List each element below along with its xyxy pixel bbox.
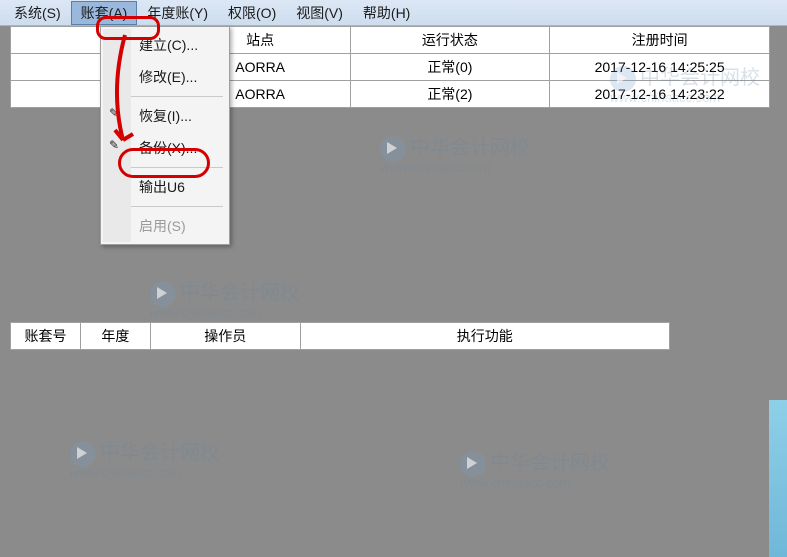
pencil-icon: ✎ (109, 138, 119, 152)
cell-regtime: 2017-12-16 14:25:25 (550, 54, 770, 81)
watermark-logo-icon (380, 136, 406, 162)
menu-account[interactable]: 账套(A) (71, 1, 138, 25)
menubar: 系统(S) 账套(A) 年度账(Y) 权限(O) 视图(V) 帮助(H) (0, 0, 787, 26)
menu-separator (131, 96, 223, 97)
task-col-func: 执行功能 (300, 323, 669, 350)
watermark-logo-icon (150, 281, 176, 307)
menu-separator (131, 167, 223, 168)
watermark: 中华会计网校 www.chinaacc.com (70, 436, 220, 480)
col-header-status: 运行状态 (350, 27, 550, 54)
menu-help[interactable]: 帮助(H) (353, 1, 420, 25)
watermark-logo-icon (460, 451, 486, 477)
task-col-year: 年度 (80, 323, 150, 350)
col-header-regtime: 注册时间 (550, 27, 770, 54)
cell-regtime: 2017-12-16 14:23:22 (550, 81, 770, 108)
menu-item-modify[interactable]: 修改(E)... (131, 61, 227, 93)
menu-view[interactable]: 视图(V) (286, 1, 353, 25)
menu-system[interactable]: 系统(S) (4, 1, 71, 25)
cell-status: 正常(0) (350, 54, 550, 81)
pencil-icon: ✎ (109, 106, 119, 120)
cell-status: 正常(2) (350, 81, 550, 108)
task-col-acct: 账套号 (11, 323, 81, 350)
watermark: 中华会计网校 www.chinaacc.com (380, 131, 530, 175)
watermark-logo-icon (70, 441, 96, 467)
watermark: 中华会计网校 www.chinaacc.com (150, 276, 300, 320)
right-side-strip (769, 400, 787, 557)
menu-year[interactable]: 年度账(Y) (137, 1, 218, 25)
menu-item-backup[interactable]: ✎ 备份(X)... (131, 132, 227, 164)
menu-item-backup-label: 备份(X)... (139, 140, 197, 156)
menu-item-export[interactable]: 输出U6 (131, 171, 227, 203)
menu-item-enable[interactable]: 启用(S) (131, 210, 227, 242)
watermark: 中华会计网校 www.chinaacc.com (460, 446, 610, 490)
lower-panel: 账套号 年度 操作员 执行功能 中华会计网校 www.chinaacc.com … (0, 316, 787, 557)
menu-separator (131, 206, 223, 207)
task-table: 账套号 年度 操作员 执行功能 (10, 322, 670, 350)
menu-item-restore-label: 恢复(I)... (139, 108, 192, 124)
menu-permission[interactable]: 权限(O) (218, 1, 286, 25)
menu-item-restore[interactable]: ✎ 恢复(I)... (131, 100, 227, 132)
menu-item-create[interactable]: 建立(C)... (131, 29, 227, 61)
account-dropdown: 建立(C)... 修改(E)... ✎ 恢复(I)... ✎ 备份(X)... … (100, 26, 230, 245)
task-col-operator: 操作员 (150, 323, 300, 350)
